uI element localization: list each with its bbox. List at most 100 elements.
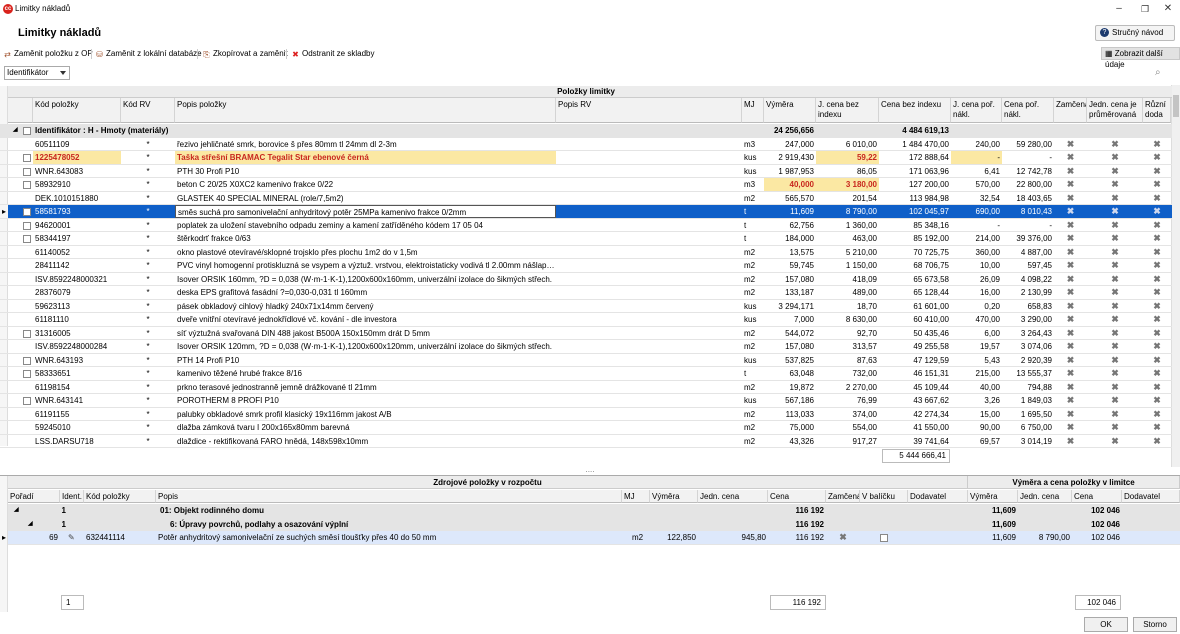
restore-icon[interactable]: ❐ <box>1138 2 1152 16</box>
quantity: 75,000 <box>789 423 814 432</box>
bottom-column-header[interactable]: Výměra <box>968 490 1018 503</box>
table-row[interactable]: 94620001 * poplatek za uložení stavebního … <box>0 219 1172 232</box>
row-checkbox[interactable] <box>23 208 31 216</box>
edit-icon[interactable]: ✎ <box>66 531 82 544</box>
bottom-column-header[interactable]: Dodavatel <box>908 490 968 503</box>
bottom-column-header[interactable]: V balíčku <box>860 490 908 503</box>
limit-values-title: Výměra a cena položky v limitce <box>968 476 1180 489</box>
remove-from-composition-button[interactable]: ✖ Odstranit ze skladby <box>291 48 374 60</box>
table-row[interactable]: 59623113 * pásek obkladový cihlový hladký … <box>0 300 1172 313</box>
column-header[interactable]: Výměra <box>764 98 816 123</box>
group-row[interactable]: ◢ Identifikátor : H - Hmoty (materiály) 24… <box>0 124 1172 138</box>
bottom-group-row[interactable]: ◢ 1 01: Objekt rodinného domu 116 192 11,609… <box>8 504 1180 518</box>
table-row[interactable]: WNR.643193 * PTH 14 Profi P10 kus 537,825 87,… <box>0 354 1172 367</box>
in-package-checkbox[interactable] <box>880 534 888 542</box>
column-header[interactable]: Zamčená <box>1054 98 1087 123</box>
table-row[interactable]: 58344197 * štěrkodrť frakce 0/63 t 184,000 46… <box>0 232 1172 246</box>
bottom-row-gutter <box>0 476 8 612</box>
collapse-icon[interactable]: ◢ <box>11 124 21 137</box>
bottom-group-row[interactable]: ◢ 1 6: Úpravy povrchů, podlahy a osazování… <box>8 517 1180 531</box>
table-row[interactable]: 28411142 * PVC vinyl homogenní protiskluzn… <box>0 259 1172 273</box>
row-checkbox[interactable] <box>23 370 31 378</box>
item-description: síť výztužná svařovaná DIN 488 jakost B5… <box>177 328 430 338</box>
bottom-column-header[interactable]: Jedn. cena <box>698 490 768 503</box>
table-row[interactable]: 1225478052 * Taška střešní BRAMAC Tegalit … <box>0 151 1172 165</box>
column-header[interactable]: Jedn. cena je průměrovaná <box>1087 98 1143 123</box>
splitter-handle[interactable]: .... <box>0 466 1180 474</box>
group-checkbox[interactable] <box>23 127 31 135</box>
row-checkbox[interactable] <box>23 221 31 230</box>
table-row[interactable]: ISV.8592248000284 * Isover ORSIK 120mm, ?D… <box>0 340 1172 354</box>
collapse-icon[interactable]: ◢ <box>12 504 22 517</box>
bottom-column-header[interactable]: Zamčená <box>826 490 860 503</box>
column-header[interactable]: Cena poř. nákl. <box>1002 98 1054 123</box>
quantity: 247,000 <box>785 139 814 149</box>
row-checkbox[interactable] <box>23 235 31 243</box>
item-description: dlaždice - rektifikovaná FARO hnědá, 148… <box>177 436 369 446</box>
table-row[interactable]: 58932910 * beton C 20/25 X0XC2 kamenivo fr… <box>0 178 1172 192</box>
column-header[interactable]: Různí doda <box>1143 98 1171 123</box>
help-button[interactable]: ? Stručný návod <box>1095 25 1175 41</box>
collapse-icon[interactable]: ◢ <box>26 518 36 531</box>
table-row[interactable]: 58333651 * kamenivo těžené hrubé frakce 8/… <box>0 367 1172 381</box>
column-header[interactable]: J. cena bez indexu <box>816 98 879 123</box>
replace-from-local-db-button[interactable]: ⛁ Zaměnit z lokální databáze <box>95 48 201 60</box>
table-row[interactable]: LSS.DARSU718 * dlaždice - rektifikovaná FA… <box>0 435 1172 448</box>
minimize-icon[interactable]: – <box>1112 2 1126 16</box>
search-icon[interactable]: ⌕ <box>1155 67 1166 78</box>
source-item-row[interactable]: ▸ 69 ✎ 632441114 Potěr anhydritový samonivel… <box>2 531 1180 545</box>
vertical-scrollbar[interactable] <box>1171 85 1180 467</box>
row-checkbox[interactable] <box>23 356 31 365</box>
column-header[interactable]: Popis položky <box>175 98 556 123</box>
replace-from-op-button[interactable]: ⇄ Zaměnit položku z OP <box>3 48 93 60</box>
unit: kus <box>744 315 757 324</box>
table-row[interactable]: 59245010 * dlažba zámková tvaru I 200x165x… <box>0 421 1172 435</box>
table-row[interactable]: 61198154 * prkno terasové jednostranně jem… <box>0 381 1172 394</box>
column-header[interactable]: MJ <box>742 98 764 123</box>
bottom-column-header[interactable]: Popis <box>156 490 622 503</box>
table-row[interactable]: WNR.643083 * PTH 30 Profi P10 kus 1 987,953 8… <box>0 165 1172 178</box>
column-header[interactable]: Popis RV <box>556 98 742 123</box>
row-checkbox[interactable] <box>23 167 31 176</box>
table-row[interactable]: ▸ 58581793 * směs suchá pro samonivelační a… <box>0 205 1172 219</box>
table-row[interactable]: 28376079 * deska EPS grafitová fasádní ?=0… <box>0 286 1172 300</box>
bottom-column-header[interactable]: Cena <box>768 490 826 503</box>
column-header[interactable]: Kód položky <box>33 98 121 123</box>
ok-button[interactable]: OK <box>1084 617 1128 632</box>
bottom-column-header[interactable]: MJ <box>622 490 650 503</box>
table-row[interactable]: ISV.8592248000321 * Isover ORSIK 160mm, ?D… <box>0 273 1172 286</box>
bottom-column-header[interactable]: Pořadí <box>8 490 60 503</box>
table-row[interactable]: 60511109 * řezivo jehličnaté smrk, borovic… <box>0 138 1172 151</box>
group-by-combo[interactable]: Identifikátor <box>4 66 70 80</box>
row-checkbox[interactable] <box>23 181 31 189</box>
bottom-column-header[interactable]: Výměra <box>650 490 698 503</box>
different-suppliers-icon: ✖ <box>1153 152 1161 162</box>
bottom-column-header[interactable]: Ident. <box>60 490 84 503</box>
grid-icon: ▦ <box>1105 49 1115 58</box>
scroll-thumb[interactable] <box>1173 95 1179 117</box>
unit: t <box>744 234 747 243</box>
bottom-column-header[interactable]: Jedn. cena <box>1018 490 1072 503</box>
column-header[interactable]: Cena bez indexu <box>879 98 951 123</box>
table-row[interactable]: WNR.643141 * POROTHERM 8 PROFI P10 kus 567,1… <box>0 394 1172 408</box>
table-row[interactable]: 61140052 * okno plastové otevíravé/sklopné… <box>0 246 1172 259</box>
rv-code: * <box>146 139 150 149</box>
bottom-column-header[interactable]: Kód položky <box>84 490 156 503</box>
table-row[interactable]: DEK.1010151880 * GLASTEK 40 SPECIAL MINERA… <box>0 192 1172 205</box>
show-more-data-button[interactable]: ▦ Zobrazit další údaje <box>1101 47 1180 69</box>
table-row[interactable]: 61181110 * dveře vnitřní otevíravé jednokř… <box>0 313 1172 327</box>
close-icon[interactable]: ✕ <box>1161 2 1175 16</box>
row-checkbox[interactable] <box>23 329 31 338</box>
bottom-column-header[interactable]: Dodavatel <box>1122 490 1180 503</box>
different-suppliers-icon: ✖ <box>1153 422 1161 432</box>
copy-and-replace-button[interactable]: ⎘ Zkopírovat a zaměnit <box>202 48 287 60</box>
column-header[interactable]: J. cena poř. nákl. <box>951 98 1002 123</box>
column-header[interactable]: Kód RV <box>121 98 175 123</box>
bottom-column-header[interactable]: Cena <box>1072 490 1122 503</box>
row-checkbox[interactable] <box>23 154 31 162</box>
row-checkbox[interactable] <box>23 397 31 405</box>
unit-price: 418,09 <box>852 274 877 284</box>
table-row[interactable]: 61191155 * palubky obkladové smrk profil k… <box>0 408 1172 421</box>
table-row[interactable]: 31316005 * síť výztužná svařovaná DIN 488 … <box>0 327 1172 340</box>
cancel-button[interactable]: Storno <box>1133 617 1177 632</box>
